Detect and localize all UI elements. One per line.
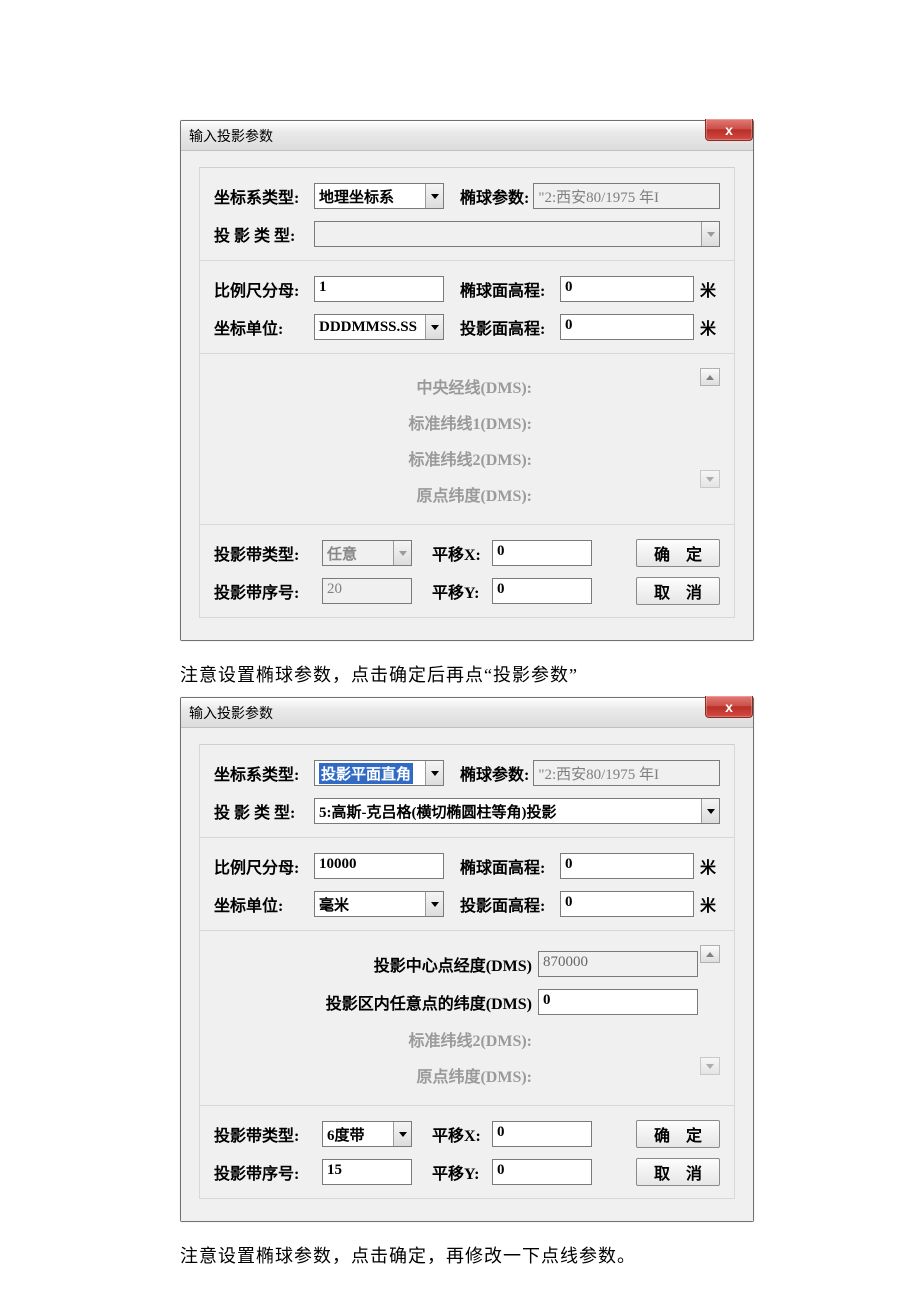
projection-height-input[interactable]: 0 — [560, 891, 694, 917]
coord-unit-label: 坐标单位: — [214, 315, 314, 339]
zone-no-label: 投影带序号: — [214, 1160, 322, 1184]
ok-button[interactable]: 确 定 — [636, 1120, 720, 1148]
ellipsoid-height-label: 椭球面高程: — [460, 854, 560, 878]
any-point-lat-label: 投影区内任意点的纬度(DMS) — [232, 990, 532, 1014]
std-parallel2-label: 标准纬线2(DMS): — [232, 446, 532, 470]
dialog-title: 输入投影参数 — [189, 703, 273, 723]
titlebar[interactable]: 输入投影参数 x — [181, 121, 753, 151]
coord-sys-type-value: 地理坐标系 — [319, 186, 394, 207]
offset-y-input[interactable]: 0 — [492, 1159, 592, 1185]
offset-y-label: 平移Y: — [432, 1160, 492, 1184]
offset-y-label: 平移Y: — [432, 579, 492, 603]
projection-params-dialog-2: 输入投影参数 x 坐标系类型: 投影平面直角 椭球参数: "2:西安80/197… — [180, 697, 754, 1222]
scale-denominator-label: 比例尺分母: — [214, 277, 314, 301]
offset-y-input[interactable]: 0 — [492, 578, 592, 604]
unit-meter: 米 — [700, 854, 720, 878]
dialog-title: 输入投影参数 — [189, 126, 273, 146]
origin-lat-label: 原点纬度(DMS): — [232, 482, 532, 506]
chevron-down-icon — [425, 315, 443, 339]
chevron-down-icon — [393, 1122, 411, 1146]
projection-type-label: 投 影 类 型: — [214, 222, 314, 246]
chevron-down-icon — [701, 799, 719, 823]
central-meridian-label: 中央经线(DMS): — [232, 374, 532, 398]
projection-type-select[interactable]: 5:高斯-克吕格(横切椭圆柱等角)投影 — [314, 798, 720, 824]
group-mid: 中央经线(DMS): 标准纬线1(DMS): 标准纬线2(DMS): 原点纬度(… — [199, 354, 735, 525]
scale-denominator-label: 比例尺分母: — [214, 854, 314, 878]
coord-sys-type-select[interactable]: 投影平面直角 — [314, 760, 444, 786]
coord-unit-label: 坐标单位: — [214, 892, 314, 916]
zone-type-select[interactable]: 6度带 — [322, 1121, 412, 1147]
zone-no-input[interactable]: 15 — [322, 1159, 412, 1185]
offset-x-label: 平移X: — [432, 541, 492, 565]
origin-lat-label: 原点纬度(DMS): — [232, 1063, 532, 1087]
zone-type-label: 投影带类型: — [214, 1122, 322, 1146]
instruction-paragraph-2: 注意设置椭球参数，点击确定，再修改一下点线参数。 — [180, 1242, 754, 1268]
zone-no-label: 投影带序号: — [214, 579, 322, 603]
close-icon: x — [725, 699, 733, 715]
coord-sys-type-label: 坐标系类型: — [214, 761, 314, 785]
coord-unit-select[interactable]: DDDMMSS.SS — [314, 314, 444, 340]
projection-type-select — [314, 221, 720, 247]
projection-height-label: 投影面高程: — [460, 892, 560, 916]
std-parallel2-label: 标准纬线2(DMS): — [232, 1027, 532, 1051]
offset-x-label: 平移X: — [432, 1122, 492, 1146]
scale-denominator-input[interactable]: 10000 — [314, 853, 444, 879]
coord-sys-type-label: 坐标系类型: — [214, 184, 314, 208]
titlebar[interactable]: 输入投影参数 x — [181, 698, 753, 728]
ellipsoid-params-field[interactable]: "2:西安80/1975 年I — [533, 760, 720, 786]
zone-no-input: 20 — [322, 578, 412, 604]
coord-unit-select[interactable]: 毫米 — [314, 891, 444, 917]
group-bottom: 投影带类型: 6度带 平移X: 0 确 定 投影带序号: 15 平移Y: 0 — [199, 1106, 735, 1199]
ellipsoid-params-label: 椭球参数: — [460, 761, 529, 785]
center-longitude-label: 投影中心点经度(DMS) — [232, 952, 532, 976]
chevron-down-icon — [425, 892, 443, 916]
group-bottom: 投影带类型: 任意 平移X: 0 确 定 投影带序号: 20 平移Y: 0 — [199, 525, 735, 618]
coord-sys-type-value: 投影平面直角 — [319, 763, 413, 784]
cancel-button[interactable]: 取 消 — [636, 1158, 720, 1186]
projection-height-label: 投影面高程: — [460, 315, 560, 339]
zone-type-label: 投影带类型: — [214, 541, 322, 565]
close-icon: x — [725, 122, 733, 138]
spin-down-button — [700, 470, 720, 488]
unit-meter: 米 — [700, 277, 720, 301]
group-top: 坐标系类型: 投影平面直角 椭球参数: "2:西安80/1975 年I 投 影 … — [199, 744, 735, 838]
close-button[interactable]: x — [705, 119, 753, 141]
ellipsoid-params-label: 椭球参数: — [460, 184, 529, 208]
projection-type-label: 投 影 类 型: — [214, 799, 314, 823]
coord-sys-type-select[interactable]: 地理坐标系 — [314, 183, 444, 209]
cancel-button[interactable]: 取 消 — [636, 577, 720, 605]
ellipsoid-params-field[interactable]: "2:西安80/1975 年I — [533, 183, 720, 209]
spin-up-button[interactable] — [700, 945, 720, 963]
instruction-paragraph-1: 注意设置椭球参数，点击确定后再点“投影参数” — [180, 661, 754, 687]
offset-x-input[interactable]: 0 — [492, 1121, 592, 1147]
ellipsoid-height-input[interactable]: 0 — [560, 853, 694, 879]
zone-type-select: 任意 — [322, 540, 412, 566]
projection-params-dialog-1: 输入投影参数 x 坐标系类型: 地理坐标系 椭球参数: "2:西安80/1975… — [180, 120, 754, 641]
group-top: 坐标系类型: 地理坐标系 椭球参数: "2:西安80/1975 年I 投 影 类… — [199, 167, 735, 261]
chevron-down-icon — [425, 184, 443, 208]
group-scale: 比例尺分母: 1 椭球面高程: 0 米 坐标单位: DDDMMSS.SS — [199, 261, 735, 354]
close-button[interactable]: x — [705, 696, 753, 718]
center-longitude-input[interactable]: 870000 — [538, 951, 698, 977]
ellipsoid-params-value: "2:西安80/1975 年I — [538, 190, 659, 206]
unit-meter: 米 — [700, 315, 720, 339]
projection-height-input[interactable]: 0 — [560, 314, 694, 340]
chevron-down-icon — [393, 541, 411, 565]
std-parallel1-label: 标准纬线1(DMS): — [232, 410, 532, 434]
spin-down-button — [700, 1057, 720, 1075]
ellipsoid-height-label: 椭球面高程: — [460, 277, 560, 301]
chevron-down-icon — [701, 222, 719, 246]
scale-denominator-input[interactable]: 1 — [314, 276, 444, 302]
any-point-lat-input[interactable]: 0 — [538, 989, 698, 1015]
ellipsoid-height-input[interactable]: 0 — [560, 276, 694, 302]
group-mid: 投影中心点经度(DMS) 870000 投影区内任意点的纬度(DMS) 0 标准… — [199, 931, 735, 1106]
spin-up-button[interactable] — [700, 368, 720, 386]
unit-meter: 米 — [700, 892, 720, 916]
chevron-down-icon — [425, 761, 443, 785]
group-scale: 比例尺分母: 10000 椭球面高程: 0 米 坐标单位: 毫米 投影面高程: … — [199, 838, 735, 931]
offset-x-input[interactable]: 0 — [492, 540, 592, 566]
ok-button[interactable]: 确 定 — [636, 539, 720, 567]
